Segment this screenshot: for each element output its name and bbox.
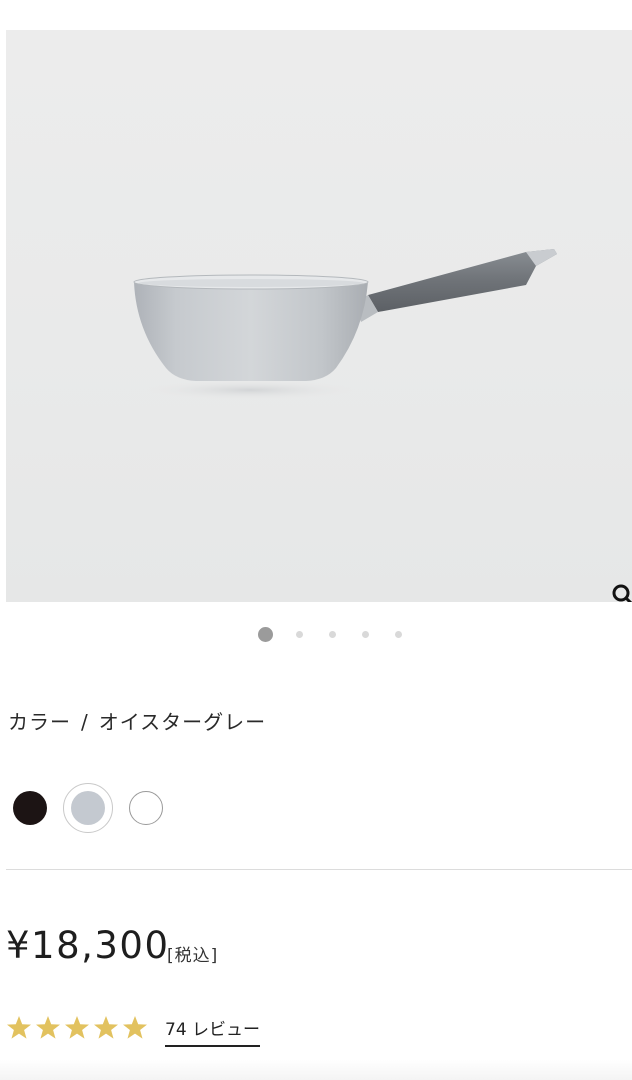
tax-note: [税込] [167, 946, 219, 966]
carousel-dot-3[interactable] [329, 631, 336, 638]
carousel-pagination [0, 626, 632, 642]
saucepan-photo [133, 249, 557, 400]
star-icon [65, 1016, 89, 1039]
swatch-oyster-grey-fill [71, 791, 105, 825]
color-label-title: カラー [8, 710, 71, 734]
star-icon [36, 1016, 60, 1039]
product-price: ¥18,300 [6, 924, 170, 967]
swatch-oyster-grey[interactable] [63, 783, 113, 833]
star-icon [123, 1016, 147, 1039]
zoom-button[interactable] [610, 582, 632, 602]
swatch-white[interactable] [121, 783, 171, 833]
divider [6, 869, 632, 870]
color-label: カラー / オイスターグレー [8, 706, 266, 735]
swatch-white-fill [129, 791, 163, 825]
review-count-link[interactable]: 74 レビュー [165, 1015, 261, 1047]
product-image[interactable] [6, 30, 632, 602]
product-page: カラー / オイスターグレー ¥18,300 [税込] 74 レビュー [0, 0, 632, 1080]
star-rating [7, 1016, 147, 1039]
star-icon [7, 1016, 31, 1039]
color-swatches [0, 780, 632, 840]
magnifier-icon [612, 584, 632, 602]
carousel-dot-2[interactable] [296, 631, 303, 638]
bottom-fade [0, 1060, 632, 1080]
selected-color-name: オイスターグレー [98, 710, 267, 734]
rating: 74 レビュー [6, 1012, 306, 1047]
carousel-dot-4[interactable] [362, 631, 369, 638]
star-icon [94, 1016, 118, 1039]
carousel-dot-5[interactable] [395, 631, 402, 638]
swatch-black-fill [13, 791, 47, 825]
carousel-dot-1[interactable] [258, 627, 273, 642]
color-label-separator: / [81, 710, 89, 734]
swatch-black[interactable] [5, 783, 55, 833]
